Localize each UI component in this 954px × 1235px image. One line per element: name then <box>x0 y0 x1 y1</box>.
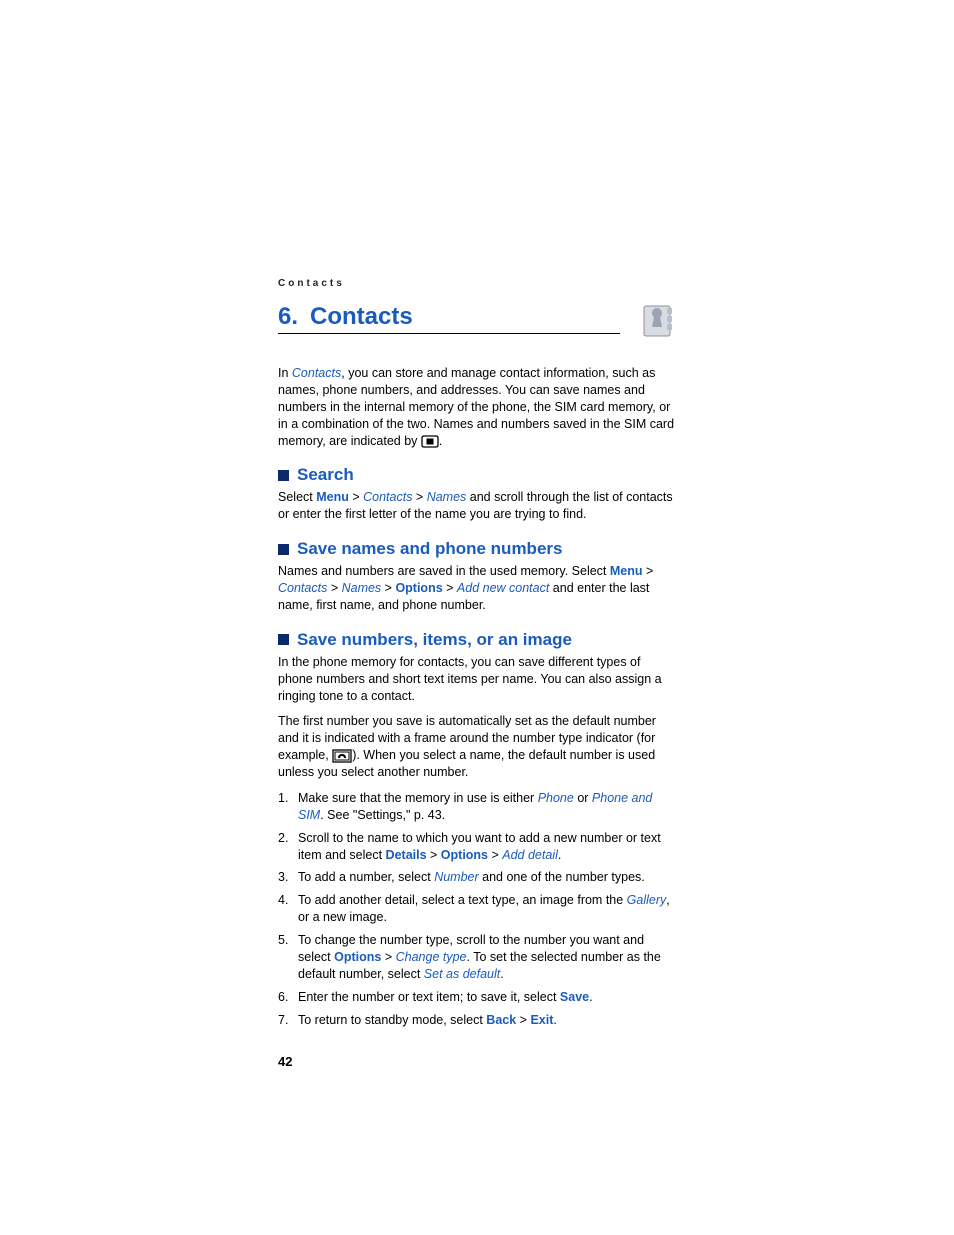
steps-list: Make sure that the memory in use is eith… <box>278 790 676 1029</box>
square-bullet-icon <box>278 634 289 645</box>
step-3: To add a number, select Number and one o… <box>278 869 676 886</box>
step-2: Scroll to the name to which you want to … <box>278 830 676 864</box>
chapter-title-text: Contacts <box>310 303 413 330</box>
chapter-title: 6. Contacts <box>278 303 413 330</box>
number-link[interactable]: Number <box>434 870 478 884</box>
chapter-heading-row: 6. Contacts <box>278 303 676 339</box>
page-number: 42 <box>278 1054 676 1069</box>
running-header: Contacts <box>278 278 676 289</box>
contacts-link[interactable]: Contacts <box>363 490 412 504</box>
menu-link[interactable]: Menu <box>316 490 349 504</box>
options-link[interactable]: Options <box>441 848 488 862</box>
step-6: Enter the number or text item; to save i… <box>278 989 676 1006</box>
names-link[interactable]: Names <box>342 581 382 595</box>
details-link[interactable]: Details <box>386 848 427 862</box>
step-5: To change the number type, scroll to the… <box>278 932 676 983</box>
chapter-number: 6. <box>278 303 298 330</box>
sim-card-icon <box>421 435 439 448</box>
manual-page: Contacts 6. Contacts In Contacts, you can… <box>0 0 954 1129</box>
step-4: To add another detail, select a text typ… <box>278 892 676 926</box>
address-book-icon <box>640 303 676 339</box>
phone-link[interactable]: Phone <box>538 791 574 805</box>
names-link[interactable]: Names <box>427 490 467 504</box>
contacts-link[interactable]: Contacts <box>278 581 327 595</box>
search-paragraph: Select Menu > Contacts > Names and scrol… <box>278 489 676 523</box>
save-numbers-p2: The first number you save is automatical… <box>278 713 676 781</box>
phone-type-icon <box>332 749 352 763</box>
save-names-paragraph: Names and numbers are saved in the used … <box>278 563 676 614</box>
set-as-default-link[interactable]: Set as default <box>424 967 500 981</box>
add-new-contact-link[interactable]: Add new contact <box>457 581 549 595</box>
contacts-link[interactable]: Contacts <box>292 366 341 380</box>
back-link[interactable]: Back <box>486 1013 516 1027</box>
chapter-title-wrap: 6. Contacts <box>278 303 620 334</box>
section-save-names-heading: Save names and phone numbers <box>278 539 676 559</box>
square-bullet-icon <box>278 544 289 555</box>
change-type-link[interactable]: Change type <box>396 950 467 964</box>
add-detail-link[interactable]: Add detail <box>502 848 558 862</box>
section-search-heading: Search <box>278 465 676 485</box>
square-bullet-icon <box>278 470 289 481</box>
exit-link[interactable]: Exit <box>530 1013 553 1027</box>
intro-paragraph: In Contacts, you can store and manage co… <box>278 365 676 449</box>
save-numbers-p1: In the phone memory for contacts, you ca… <box>278 654 676 705</box>
section-save-numbers-heading: Save numbers, items, or an image <box>278 630 676 650</box>
menu-link[interactable]: Menu <box>610 564 643 578</box>
gallery-link[interactable]: Gallery <box>627 893 667 907</box>
step-1: Make sure that the memory in use is eith… <box>278 790 676 824</box>
step-7: To return to standby mode, select Back >… <box>278 1012 676 1029</box>
save-link[interactable]: Save <box>560 990 589 1004</box>
options-link[interactable]: Options <box>334 950 381 964</box>
options-link[interactable]: Options <box>395 581 442 595</box>
